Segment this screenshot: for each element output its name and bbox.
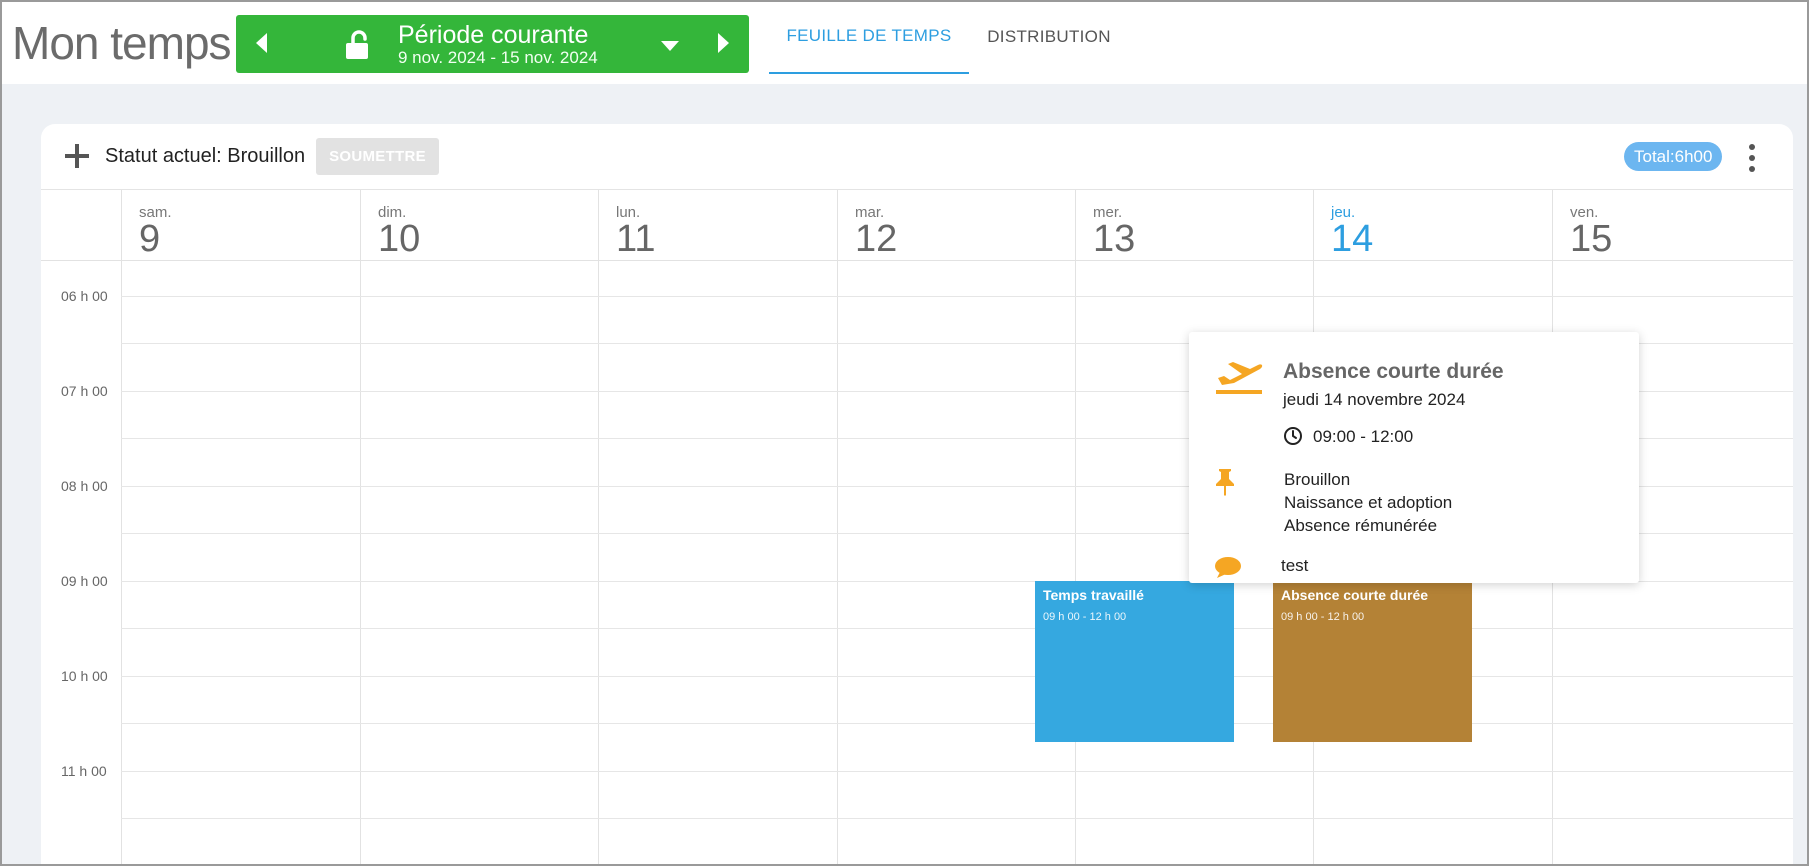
popup-type: Absence rémunérée (1284, 516, 1438, 535)
hour-label: 11 h 00 (61, 763, 107, 779)
status-text: Statut actuel: Brouillon (105, 145, 306, 167)
event-details-popup: Absence courte durée jeudi 14 novembre 2… (1189, 332, 1639, 583)
pin-icon (1216, 469, 1234, 496)
row-divider (121, 771, 1793, 772)
column-divider (1075, 261, 1076, 866)
event-time: 09 h 00 - 12 h 00 (1043, 611, 1127, 623)
popup-category: Naissance et adoption (1284, 493, 1453, 512)
caret-down-icon[interactable] (661, 41, 679, 51)
popup-date: jeudi 14 novembre 2024 (1283, 390, 1466, 409)
period-selector[interactable]: Période courante 9 nov. 2024 - 15 nov. 2… (236, 15, 749, 73)
plus-icon[interactable] (65, 144, 89, 168)
caret-right-icon[interactable] (718, 33, 729, 53)
column-divider (837, 261, 838, 866)
caret-left-icon[interactable] (256, 33, 267, 53)
row-divider (121, 723, 1793, 724)
more-vertical-icon[interactable] (1747, 144, 1757, 172)
period-range: 9 nov. 2024 - 15 nov. 2024 (398, 48, 598, 67)
day-number: 10 (378, 218, 421, 260)
day-number: 12 (855, 218, 898, 260)
clock-icon (1284, 427, 1302, 445)
row-divider (121, 676, 1793, 677)
event-title: Temps travaillé (1043, 587, 1144, 603)
hour-label: 08 h 00 (61, 478, 108, 494)
submit-button[interactable]: SOUMETTRE (316, 138, 439, 175)
tab-feuille-de-temps[interactable]: FEUILLE DE TEMPS (769, 0, 969, 74)
total-badge: Total:6h00 (1624, 142, 1723, 171)
comment-icon (1215, 557, 1241, 578)
day-number: 13 (1093, 218, 1136, 260)
column-divider (598, 261, 599, 866)
day-header[interactable]: ven. 15 (1552, 190, 1793, 261)
event-absence[interactable]: Absence courte durée 09 h 00 - 12 h 00 (1273, 581, 1472, 742)
hour-label: 07 h 00 (61, 383, 108, 399)
event-temps-travaille[interactable]: Temps travaillé 09 h 00 - 12 h 00 (1035, 581, 1234, 742)
unlock-icon (346, 30, 368, 59)
day-number: 11 (616, 218, 656, 260)
popup-status: Brouillon (1284, 470, 1351, 489)
hour-label: 09 h 00 (61, 573, 108, 589)
row-divider (121, 296, 1793, 297)
time-gutter-header (41, 190, 121, 261)
day-number: 15 (1570, 218, 1613, 260)
event-title: Absence courte durée (1281, 587, 1429, 603)
row-divider (121, 628, 1793, 629)
event-time: 09 h 00 - 12 h 00 (1281, 611, 1365, 623)
period-title: Période courante (398, 21, 589, 49)
day-number: 14 (1331, 218, 1374, 260)
hour-label: 06 h 00 (61, 288, 108, 304)
popup-title: Absence courte durée (1283, 360, 1504, 383)
popup-time: 09:00 - 12:00 (1313, 427, 1414, 446)
card-toolbar: Statut actuel: Brouillon SOUMETTRE Total… (41, 124, 1793, 190)
day-header[interactable]: sam. 9 (121, 190, 360, 261)
page-title: Mon temps (12, 17, 232, 69)
column-divider (360, 261, 361, 866)
popup-comment: test (1281, 556, 1309, 575)
tab-distribution[interactable]: DISTRIBUTION (969, 0, 1129, 74)
row-divider (121, 818, 1793, 819)
airplane-departure-icon (1216, 362, 1263, 394)
day-number: 9 (139, 218, 161, 260)
day-header-today[interactable]: jeu. 14 (1313, 190, 1552, 261)
top-bar: Mon temps Période courante 9 nov. 2024 -… (0, 0, 1809, 84)
column-divider (121, 261, 122, 866)
day-header[interactable]: dim. 10 (360, 190, 598, 261)
day-header[interactable]: mer. 13 (1075, 190, 1313, 261)
day-header[interactable]: lun. 11 (598, 190, 837, 261)
popup-details: Brouillon Naissance et adoption Absence … (1284, 468, 1452, 537)
day-header[interactable]: mar. 12 (837, 190, 1075, 261)
hour-label: 10 h 00 (61, 668, 108, 684)
